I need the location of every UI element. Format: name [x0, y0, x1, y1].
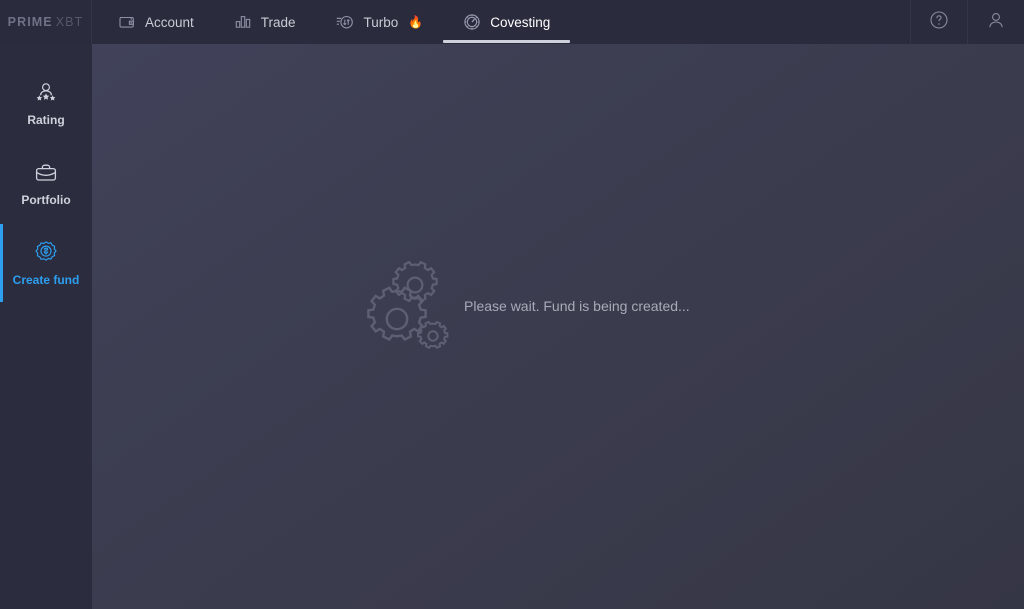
- loading-message: Please wait. Fund is being created...: [464, 298, 690, 314]
- app-root: PRIME XBT Account Trade Turbo 🔥 Covestin…: [0, 0, 1024, 609]
- turbo-icon: [336, 13, 355, 31]
- fund-creation-loader: Please wait. Fund is being created...: [364, 260, 690, 352]
- sidebar-item-rating[interactable]: Rating: [0, 64, 92, 142]
- help-button[interactable]: [910, 0, 967, 44]
- left-sidebar: Rating Portfolio Create fund: [0, 44, 92, 609]
- sidebar-label-portfolio: Portfolio: [21, 192, 71, 207]
- sidebar-label-create-fund: Create fund: [12, 272, 80, 287]
- fund-badge-icon: [32, 240, 60, 266]
- nav-label-trade: Trade: [260, 14, 296, 30]
- nav-item-turbo[interactable]: Turbo 🔥: [316, 0, 444, 44]
- user-account-button[interactable]: [967, 0, 1024, 44]
- main-content: Please wait. Fund is being created...: [92, 44, 1024, 609]
- gear-small: [417, 320, 449, 350]
- brand-logo[interactable]: PRIME XBT: [0, 0, 92, 44]
- gauge-icon: [463, 13, 481, 31]
- nav-item-covesting[interactable]: Covesting: [443, 0, 571, 44]
- briefcase-icon: [33, 160, 59, 186]
- top-header: PRIME XBT Account Trade Turbo 🔥 Covestin…: [0, 0, 1024, 44]
- header-actions: [910, 0, 1024, 44]
- gears-icon: [364, 260, 450, 352]
- logo-prime-text: PRIME: [7, 15, 53, 29]
- user-icon: [986, 10, 1006, 35]
- nav-label-account: Account: [145, 14, 194, 30]
- sidebar-label-rating: Rating: [27, 112, 65, 127]
- rating-star-person-icon: [33, 80, 59, 106]
- main-nav: Account Trade Turbo 🔥 Covesting: [98, 0, 571, 44]
- bar-chart-icon: [234, 13, 252, 31]
- logo-text: PRIME XBT: [8, 15, 84, 29]
- logo-xbt-text: XBT: [55, 15, 84, 29]
- nav-item-trade[interactable]: Trade: [214, 0, 316, 44]
- sidebar-item-create-fund[interactable]: Create fund: [0, 224, 92, 302]
- sidebar-item-portfolio[interactable]: Portfolio: [0, 144, 92, 222]
- nav-label-covesting: Covesting: [490, 14, 551, 30]
- nav-item-account[interactable]: Account: [98, 0, 214, 44]
- sidebar-top-spacer: [0, 44, 92, 64]
- fire-emoji-icon: 🔥: [408, 15, 424, 29]
- help-circle-icon: [929, 10, 949, 35]
- wallet-icon: [118, 13, 136, 31]
- nav-label-turbo: Turbo: [363, 14, 399, 30]
